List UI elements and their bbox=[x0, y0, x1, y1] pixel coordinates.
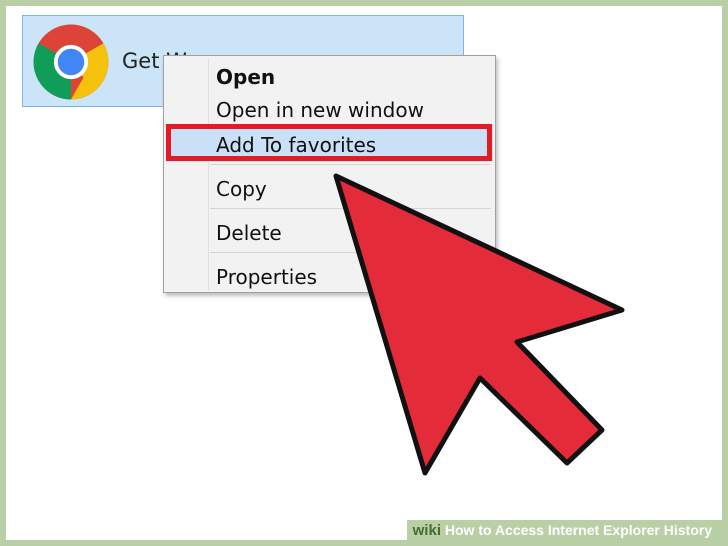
pointer-arrow-icon bbox=[333, 173, 625, 476]
watermark-brand: wiki bbox=[412, 522, 441, 539]
watermark: wiki How to Access Internet Explorer His… bbox=[406, 520, 722, 540]
watermark-title: How to Access Internet Explorer History bbox=[444, 522, 712, 538]
